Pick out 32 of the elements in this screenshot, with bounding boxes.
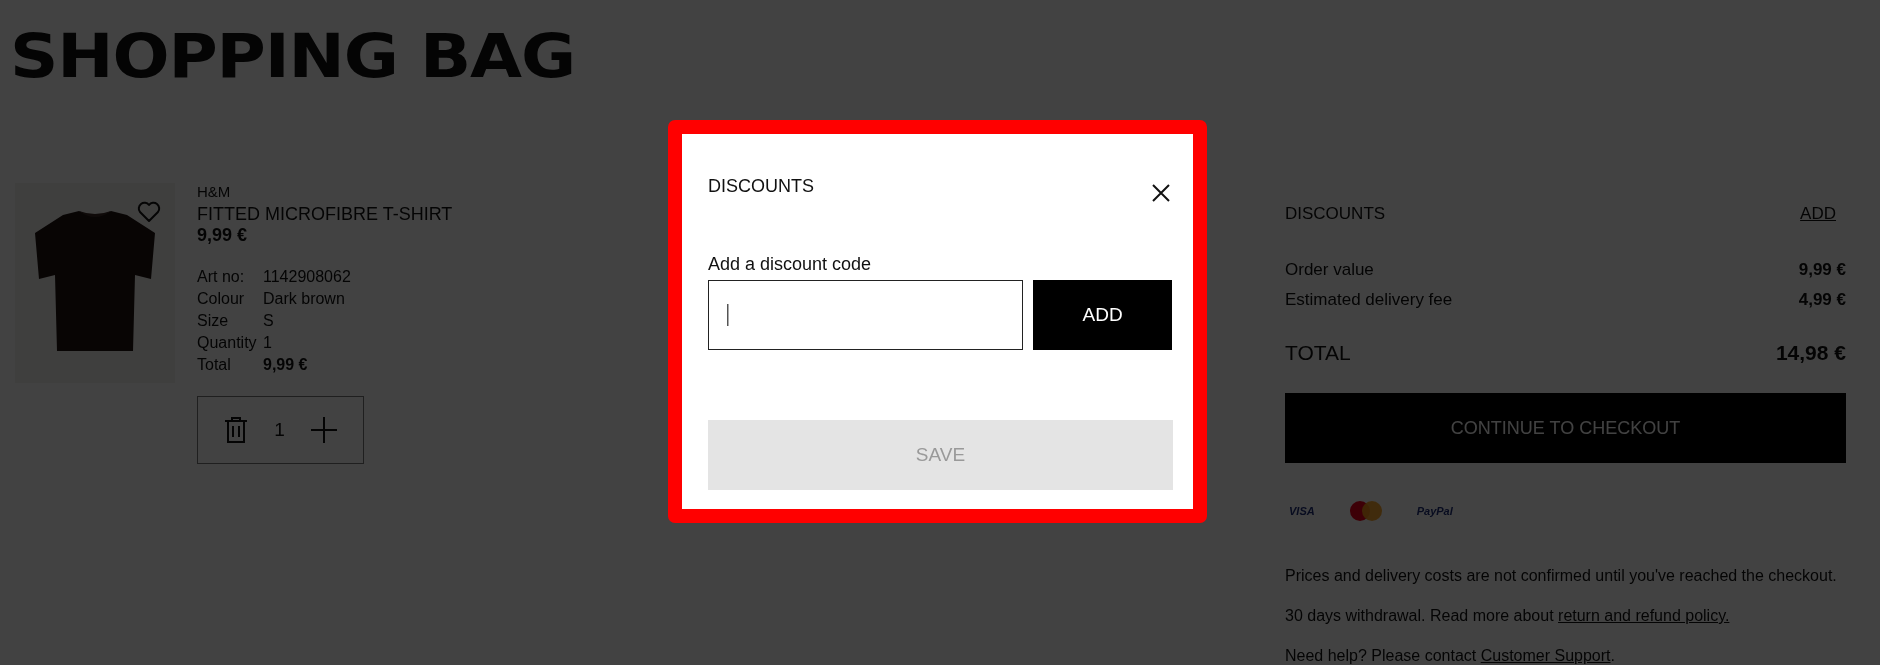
- total-label: TOTAL: [1285, 341, 1351, 365]
- info-link[interactable]: return and refund policy.: [1558, 607, 1730, 624]
- page-title: SHOPPING BAG: [10, 22, 575, 90]
- discounts-label: DISCOUNTS: [1285, 204, 1386, 224]
- detail-label: Colour: [197, 290, 245, 308]
- field-label: Add a discount code: [708, 254, 873, 275]
- summary-value: 4,99 €: [1798, 290, 1846, 310]
- brand-name: H&M: [197, 183, 232, 200]
- info-text: Prices and delivery costs are not confirmed until you've reached the checkout.: [1285, 567, 1838, 585]
- total-value: 14,98 €: [1775, 341, 1846, 365]
- close-icon[interactable]: [1152, 184, 1170, 202]
- detail-value: 1: [263, 334, 272, 352]
- summary-value: 9,99 €: [1798, 260, 1846, 280]
- dialog-title: DISCOUNTS: [708, 176, 814, 197]
- info-link[interactable]: Customer Support: [1480, 647, 1611, 664]
- summary-label: Order value: [1285, 260, 1374, 280]
- detail-label: Quantity: [197, 334, 257, 352]
- add-button[interactable]: ADD: [1033, 280, 1172, 350]
- discount-code-field[interactable]: [708, 280, 1024, 350]
- detail-value: 9,99 €: [263, 356, 308, 374]
- detail-label: Total: [197, 356, 231, 374]
- detail-value: S: [263, 312, 274, 330]
- payment-logo: VISA: [1289, 505, 1315, 517]
- payment-logo: PayPal: [1416, 505, 1453, 517]
- quantity-value: 1: [274, 419, 285, 441]
- detail-value: 1142908062: [263, 268, 351, 286]
- product-price: 9,99 €: [197, 225, 249, 246]
- summary-label: Estimated delivery fee: [1285, 290, 1453, 310]
- detail-value: Dark brown: [263, 290, 345, 308]
- detail-label: Art no:: [197, 268, 245, 286]
- detail-label: Size: [197, 312, 229, 330]
- add-discount-link[interactable]: ADD: [1800, 204, 1836, 224]
